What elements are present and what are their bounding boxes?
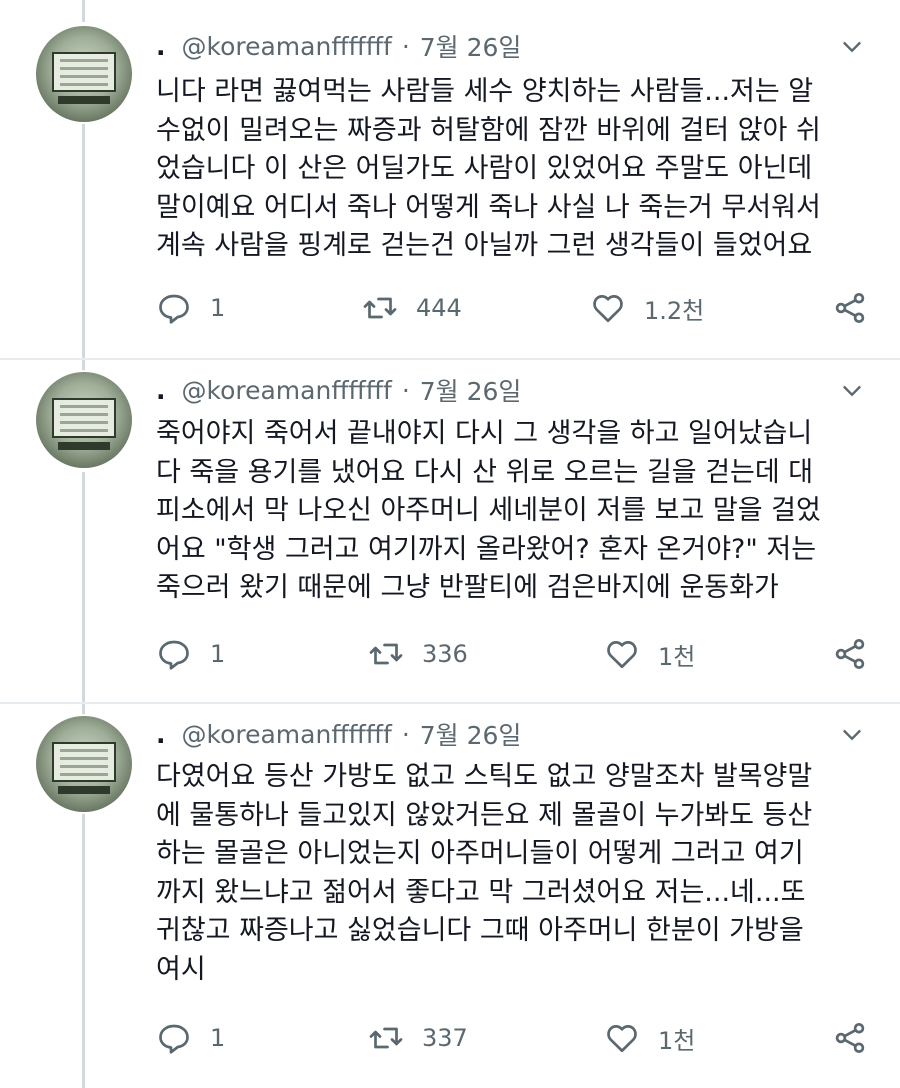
reply-count: 1 bbox=[210, 640, 226, 668]
tweet-text-line: 죽으러 왔기 때문에 그냥 반팔티에 검은바지에 운동화가 bbox=[156, 572, 779, 603]
thread-line bbox=[82, 124, 85, 360]
reply-count: 1 bbox=[210, 294, 226, 322]
display-name[interactable]: . bbox=[156, 720, 166, 749]
reply-icon bbox=[159, 640, 189, 670]
like-icon bbox=[593, 295, 623, 323]
reply-button[interactable]: 1 bbox=[156, 1018, 225, 1058]
separator-dot: · bbox=[401, 375, 410, 405]
share-button[interactable] bbox=[832, 288, 886, 328]
chevron-down-icon[interactable] bbox=[838, 376, 866, 404]
chevron-down-icon[interactable] bbox=[838, 720, 866, 748]
user-handle[interactable]: @koreamanfffffff bbox=[182, 720, 392, 749]
avatar[interactable] bbox=[36, 716, 132, 812]
tweet-text-line: 피소에서 막 나오신 아주머니 세네분이 저를 보고 말을 걸었 bbox=[156, 495, 821, 526]
tweet-text-line: 하는 몰골은 아니었는지 아주머니들이 어떻게 그러고 여기 bbox=[156, 838, 804, 869]
share-button[interactable] bbox=[832, 1018, 886, 1058]
tweet-text-line: 말이예요 어디서 죽나 어떻게 죽나 사실 나 죽는거 무서워서 bbox=[156, 191, 821, 223]
tweet-text-line: 귀찮고 짜증나고 싫었습니다 그때 아주머니 한분이 가방을 bbox=[156, 915, 804, 946]
retweet-count: 336 bbox=[422, 640, 468, 668]
avatar[interactable] bbox=[36, 372, 132, 468]
tweet-date[interactable]: 7월 26일 bbox=[420, 716, 522, 752]
like-count: 1천 bbox=[658, 1026, 696, 1055]
like-button[interactable]: 1.2천 bbox=[590, 288, 704, 328]
reply-button[interactable]: 1 bbox=[156, 288, 225, 328]
like-count: 1천 bbox=[658, 642, 696, 671]
user-handle[interactable]: @koreamanfffffff bbox=[182, 32, 392, 61]
share-button[interactable] bbox=[832, 634, 886, 674]
tweet[interactable]: . @koreamanfffffff · 7월 26일 니다 라면 끓여먹는 사… bbox=[0, 0, 900, 360]
tweet-text-line: 죽어야지 죽어서 끝내야지 다시 그 생각을 하고 일어났습니 bbox=[156, 418, 813, 449]
thread-line bbox=[82, 0, 85, 22]
tweet-text-line: 여시 bbox=[156, 953, 206, 985]
tweet-text-line: 까지 왔느냐고 젊어서 좋다고 막 그러셨어요 저는...네...또 bbox=[156, 876, 806, 908]
tweet-text-line: 에 물통하나 들고있지 않았거든요 제 몰골이 누가봐도 등산 bbox=[156, 799, 813, 831]
chevron-down-icon[interactable] bbox=[838, 32, 866, 60]
tweet-text-line: 니다 라면 끓여먹는 사람들 세수 양치하는 사람들...저는 알 bbox=[156, 76, 814, 107]
display-name[interactable]: . bbox=[156, 32, 166, 61]
thread-line bbox=[82, 472, 85, 704]
retweet-icon bbox=[369, 643, 403, 665]
tweet-text-line: 어요 "학생 그러고 여기까지 올라왔어? 혼자 온거야?" 저는 bbox=[156, 533, 817, 565]
retweet-count: 337 bbox=[422, 1024, 468, 1052]
tweet-text: 다였어요 등산 가방도 없고 스틱도 없고 양말조차 발목양말 에 물통하나 들… bbox=[156, 758, 876, 989]
share-icon bbox=[835, 639, 865, 669]
retweet-button[interactable]: 336 bbox=[368, 634, 468, 674]
avatar[interactable] bbox=[36, 26, 132, 122]
tweet-actions: 1 337 1천 bbox=[156, 1018, 876, 1058]
tweet-header: . @koreamanfffffff · 7월 26일 bbox=[156, 26, 870, 66]
tweet-date[interactable]: 7월 26일 bbox=[420, 28, 522, 64]
tweet[interactable]: . @koreamanfffffff · 7월 26일 다였어요 등산 가방도 … bbox=[0, 704, 900, 1088]
tweet-header: . @koreamanfffffff · 7월 26일 bbox=[156, 370, 870, 410]
retweet-icon bbox=[369, 1027, 403, 1049]
tweet-date[interactable]: 7월 26일 bbox=[420, 372, 522, 408]
reply-icon bbox=[159, 1024, 189, 1054]
share-icon bbox=[835, 293, 865, 323]
retweet-button[interactable]: 444 bbox=[362, 288, 462, 328]
tweet-text-line: 계속 사람을 핑계로 걷는건 아닐까 그런 생각들이 들었어요 bbox=[156, 230, 813, 261]
retweet-button[interactable]: 337 bbox=[368, 1018, 468, 1058]
tweet-text: 죽어야지 죽어서 끝내야지 다시 그 생각을 하고 일어났습니 다 죽을 용기를… bbox=[156, 415, 876, 608]
thread-line bbox=[82, 814, 85, 1088]
thread-line bbox=[82, 360, 85, 370]
thread-line bbox=[82, 704, 85, 714]
tweet[interactable]: . @koreamanfffffff · 7월 26일 죽어야지 죽어서 끝내야… bbox=[0, 360, 900, 704]
like-button[interactable]: 1천 bbox=[604, 634, 695, 674]
tweet-text: 니다 라면 끓여먹는 사람들 세수 양치하는 사람들...저는 알 수없이 밀려… bbox=[156, 73, 876, 266]
reply-count: 1 bbox=[210, 1024, 226, 1052]
tweet-text-line: 수없이 밀려오는 짜증과 허탈함에 잠깐 바위에 걸터 앉아 쉬 bbox=[156, 114, 821, 146]
like-icon bbox=[607, 641, 637, 669]
share-icon bbox=[835, 1023, 865, 1053]
tweet-actions: 1 444 1.2천 bbox=[156, 288, 876, 328]
like-count: 1.2천 bbox=[644, 296, 705, 325]
like-icon bbox=[607, 1025, 637, 1053]
user-handle[interactable]: @koreamanfffffff bbox=[182, 376, 392, 405]
tweet-text-line: 다 죽을 용기를 냈어요 다시 산 위로 오르는 길을 걷는데 대 bbox=[156, 456, 814, 488]
retweet-count: 444 bbox=[416, 294, 462, 322]
separator-dot: · bbox=[401, 31, 410, 61]
tweet-actions: 1 336 1천 bbox=[156, 634, 876, 674]
like-button[interactable]: 1천 bbox=[604, 1018, 695, 1058]
tweet-text-line: 다였어요 등산 가방도 없고 스틱도 없고 양말조차 발목양말 bbox=[156, 761, 813, 792]
tweet-text-line: 었습니다 이 산은 어딜가도 사람이 있었어요 주말도 아닌데 bbox=[156, 153, 813, 184]
display-name[interactable]: . bbox=[156, 376, 166, 405]
tweet-header: . @koreamanfffffff · 7월 26일 bbox=[156, 714, 870, 754]
reply-icon bbox=[159, 294, 189, 324]
retweet-icon bbox=[363, 297, 397, 319]
reply-button[interactable]: 1 bbox=[156, 634, 225, 674]
separator-dot: · bbox=[401, 719, 410, 749]
timeline: . @koreamanfffffff · 7월 26일 니다 라면 끓여먹는 사… bbox=[0, 0, 900, 1088]
